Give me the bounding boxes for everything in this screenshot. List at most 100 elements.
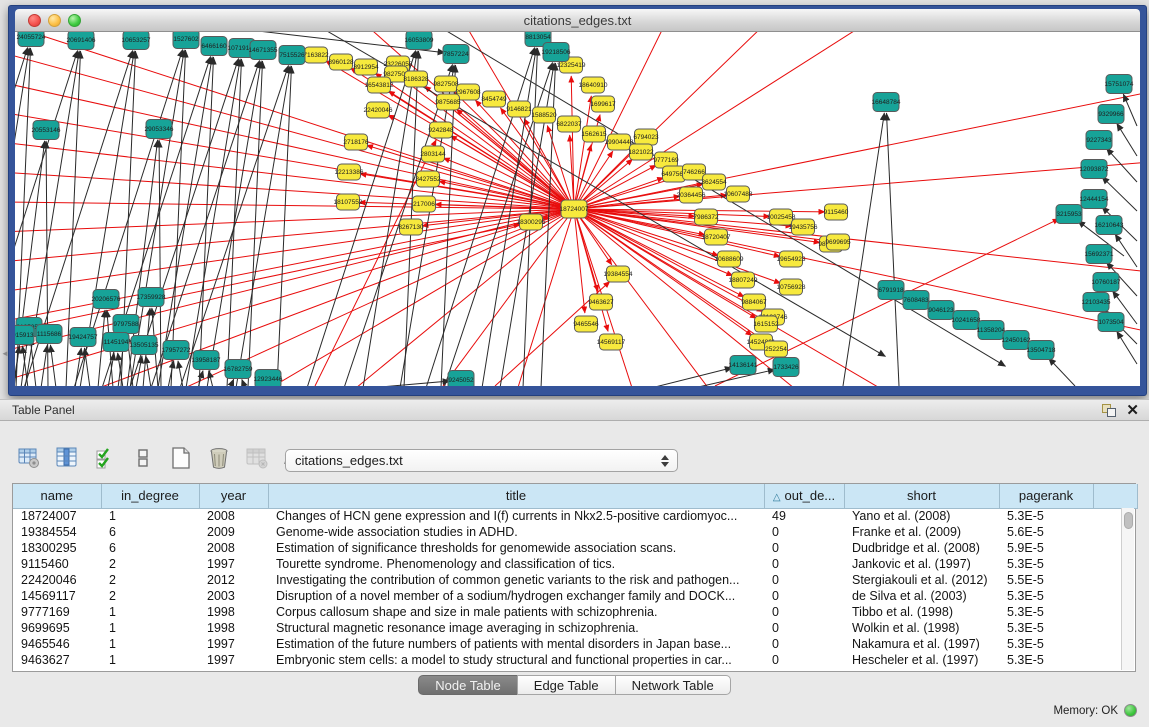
citation-edge-black[interactable] bbox=[887, 113, 899, 386]
citation-edge-black[interactable] bbox=[843, 113, 884, 386]
network-table-selector[interactable]: citations_edges.txt bbox=[285, 449, 678, 472]
citation-edge-red[interactable] bbox=[574, 209, 1140, 332]
graph-node-label: 16648784 bbox=[872, 99, 901, 106]
citation-edge-black[interactable] bbox=[404, 51, 419, 386]
close-panel-icon[interactable]: ✕ bbox=[1126, 404, 1139, 417]
table-cell: Estimation of significance thresholds fo… bbox=[268, 540, 764, 556]
citation-edge-red[interactable] bbox=[165, 209, 574, 386]
citation-edge-black[interactable] bbox=[30, 338, 36, 386]
graph-node-label: 1115686 bbox=[37, 331, 62, 338]
citation-edge-black[interactable] bbox=[1115, 234, 1137, 267]
tab-node-table[interactable]: Node Table bbox=[418, 675, 518, 695]
new-file-icon[interactable] bbox=[168, 445, 194, 471]
citation-edge-black[interactable] bbox=[180, 65, 288, 386]
column-header-short[interactable]: short bbox=[844, 484, 999, 508]
citation-edge-black[interactable] bbox=[277, 66, 292, 386]
citation-edge-black[interactable] bbox=[15, 141, 45, 386]
panel-collapse-arrow-icon[interactable]: ◄ bbox=[1, 349, 9, 358]
citation-edge-black[interactable] bbox=[230, 379, 234, 386]
citation-edge-red[interactable] bbox=[15, 209, 574, 262]
citation-edge-red[interactable] bbox=[574, 162, 1140, 209]
graph-node-label: 10241658 bbox=[952, 317, 981, 324]
column-header-name[interactable]: name bbox=[13, 484, 101, 508]
citation-edge-black[interactable] bbox=[1049, 358, 1075, 386]
delete-icon[interactable] bbox=[206, 445, 232, 471]
table-row[interactable]: 1456911722003Disruption of a novel membe… bbox=[13, 588, 1137, 604]
graph-node-label: 1145194 bbox=[104, 339, 129, 346]
citation-edge-black[interactable] bbox=[242, 379, 245, 386]
table-cell: Franke et al. (2009) bbox=[844, 524, 999, 540]
graph-node-label: 18720407 bbox=[702, 234, 731, 241]
table-cell: 5.5E-5 bbox=[999, 572, 1093, 588]
citation-edge-black[interactable] bbox=[178, 361, 183, 386]
citation-edge-black[interactable] bbox=[236, 66, 290, 386]
citation-edge-red[interactable] bbox=[367, 145, 574, 209]
citation-edge-black[interactable] bbox=[84, 348, 90, 386]
citation-edge-red[interactable] bbox=[574, 209, 1140, 272]
table-cell: 2 bbox=[101, 556, 199, 572]
citation-edge-black[interactable] bbox=[369, 381, 450, 386]
column-header-out_degree[interactable]: △out_de... bbox=[764, 484, 844, 508]
tab-edge-table[interactable]: Edge Table bbox=[517, 675, 616, 695]
column-header-year[interactable]: year bbox=[199, 484, 268, 508]
citation-edge-black[interactable] bbox=[248, 61, 263, 386]
table-row[interactable]: 946554611997Estimation of the future num… bbox=[13, 636, 1137, 652]
memory-status-indicator[interactable] bbox=[1124, 704, 1137, 717]
table-row[interactable]: 1872400712008Changes of HCN gene express… bbox=[13, 508, 1137, 524]
tab-network-table[interactable]: Network Table bbox=[615, 675, 731, 695]
citation-edge-red[interactable] bbox=[574, 92, 1140, 209]
table-row[interactable]: 1830029562008Estimation of significance … bbox=[13, 540, 1137, 556]
table-cell: 5.3E-5 bbox=[999, 508, 1093, 524]
citation-edge-black[interactable] bbox=[1117, 331, 1137, 364]
citation-edge-black[interactable] bbox=[435, 32, 1006, 366]
table-row[interactable]: 969969511998Structural magnetic resonanc… bbox=[13, 620, 1137, 636]
select-columns-icon[interactable] bbox=[92, 445, 118, 471]
table-settings-icon[interactable] bbox=[16, 445, 42, 471]
graph-node-label: 10025458 bbox=[767, 214, 796, 221]
table-cell: Tourette syndrome. Phenomenology and cla… bbox=[268, 556, 764, 572]
column-header-title[interactable]: title bbox=[268, 484, 764, 508]
citation-edge-black[interactable] bbox=[1123, 94, 1137, 126]
show-column-icon[interactable] bbox=[54, 445, 80, 471]
table-cell: 5.3E-5 bbox=[999, 636, 1093, 652]
citation-edge-black[interactable] bbox=[41, 345, 47, 386]
graph-node-label: 9797588 bbox=[113, 321, 139, 328]
graph-node-label: 17957272 bbox=[162, 347, 191, 354]
column-header-pagerank[interactable]: pagerank bbox=[999, 484, 1093, 508]
graph-node-label: 11358204 bbox=[977, 327, 1006, 334]
citation-edge-red[interactable] bbox=[15, 202, 574, 209]
citation-edge-black[interactable] bbox=[209, 371, 213, 386]
citation-edge-red[interactable] bbox=[345, 209, 574, 386]
citation-edge-black[interactable] bbox=[151, 60, 260, 386]
citation-edge-red[interactable] bbox=[574, 209, 608, 331]
table-row[interactable]: 946362711997Embryonic stem cells: a mode… bbox=[13, 652, 1137, 668]
table-cell: 2008 bbox=[199, 508, 268, 524]
graph-node-label: 9463627 bbox=[588, 299, 614, 306]
row-height-icon[interactable] bbox=[130, 445, 156, 471]
window-title-bar[interactable]: citations_edges.txt bbox=[15, 9, 1140, 32]
column-header-in_degree[interactable]: in_degree bbox=[101, 484, 199, 508]
graph-node-label: 9245052 bbox=[448, 377, 474, 384]
table-toolbar: f(x) bbox=[16, 445, 308, 471]
citation-edge-black[interactable] bbox=[198, 371, 203, 386]
graph-node-label: 252254 bbox=[765, 346, 787, 353]
graph-node-label: 217006 bbox=[413, 201, 435, 208]
table-scrollbar[interactable] bbox=[1121, 508, 1134, 670]
table-cell: 1 bbox=[101, 620, 199, 636]
table-cell: 2 bbox=[101, 572, 199, 588]
graph-node-label: 16053809 bbox=[405, 37, 434, 44]
table-row[interactable]: 2242004622012Investigating the contribut… bbox=[13, 572, 1137, 588]
citation-edge-black[interactable] bbox=[1117, 123, 1137, 156]
citation-network-graph[interactable]: 7163822896012889129542322605898275051654… bbox=[15, 32, 1140, 386]
citation-edge-black[interactable] bbox=[146, 356, 151, 386]
network-graph-canvas[interactable]: 7163822896012889129542322605898275051654… bbox=[15, 32, 1140, 386]
citation-edge-red[interactable] bbox=[255, 209, 574, 386]
scrollbar-thumb[interactable] bbox=[1124, 512, 1133, 529]
table-row[interactable]: 977716911998Corpus callosum shape and si… bbox=[13, 604, 1137, 620]
float-panel-icon[interactable] bbox=[1102, 404, 1116, 417]
citation-edge-red[interactable] bbox=[15, 209, 574, 232]
citation-edge-black[interactable] bbox=[22, 346, 28, 386]
table-row[interactable]: 911546021997Tourette syndrome. Phenomeno… bbox=[13, 556, 1137, 572]
graph-node-label: 18640910 bbox=[579, 82, 608, 89]
table-row[interactable]: 1938455462009Genome-wide association stu… bbox=[13, 524, 1137, 540]
